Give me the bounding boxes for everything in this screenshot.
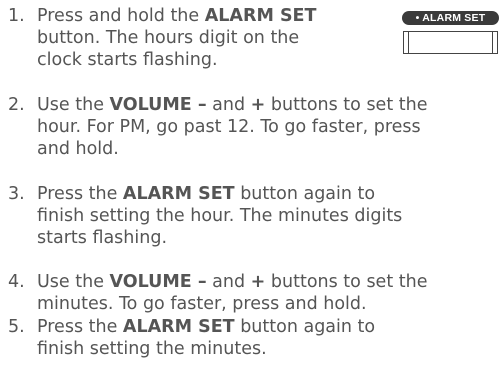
text-line: and hold. [37,139,119,159]
step-text: Use the VOLUME – and + buttons to set th… [37,271,427,315]
step-text: Press the ALARM SET button again to fini… [37,183,402,249]
step-text: Press and hold the ALARM SET button. The… [37,5,316,71]
text-line: Use the VOLUME – and + buttons to set th… [37,271,427,293]
bold-term: VOLUME – [109,95,207,115]
bold-term: + [250,272,266,292]
bold-term: ALARM SET [204,6,317,26]
text-line: hour. For PM, go past 12. To go faster, … [37,117,421,137]
text-segment: buttons to set the [265,272,428,292]
text-line: finish setting the minutes. [37,339,267,359]
text-segment: Press the [37,317,123,337]
step-number: 3. [8,184,25,204]
alarm-set-button-drawing [403,31,498,54]
button-inner-outline [408,32,493,53]
step-number: 4. [8,272,25,292]
text-segment: Use the [37,272,110,292]
text-line: clock starts flashing. [37,50,218,70]
step-text: Press the ALARM SET button again to fini… [37,316,375,360]
alarm-set-button-illustration: • ALARM SET [402,11,499,57]
text-segment: button again to [234,184,376,204]
text-segment: and [206,95,251,115]
bold-term: + [250,95,266,115]
step-number: 1. [8,6,25,26]
step-number: 2. [8,95,25,115]
text-line: Press and hold the ALARM SET [37,5,316,27]
text-line: finish setting the hour. The minutes dig… [37,206,403,226]
step-number: 5. [8,317,25,337]
alarm-set-label: • ALARM SET [402,11,499,25]
text-segment: Press and hold the [37,6,205,26]
text-line: Press the ALARM SET button again to [37,183,402,205]
bold-term: ALARM SET [122,317,235,337]
text-segment: Use the [37,95,110,115]
text-line: Press the ALARM SET button again to [37,316,375,338]
text-segment: buttons to set the [265,95,428,115]
text-segment: and [206,272,251,292]
text-segment: Press the [37,184,123,204]
bold-term: VOLUME – [109,272,207,292]
text-line: starts flashing. [37,228,168,248]
text-line: Use the VOLUME – and + buttons to set th… [37,94,427,116]
bold-term: ALARM SET [122,184,235,204]
text-line: minutes. To go faster, press and hold. [37,294,367,314]
text-line: button. The hours digit on the [37,28,300,48]
text-segment: button again to [234,317,376,337]
step-text: Use the VOLUME – and + buttons to set th… [37,94,427,160]
